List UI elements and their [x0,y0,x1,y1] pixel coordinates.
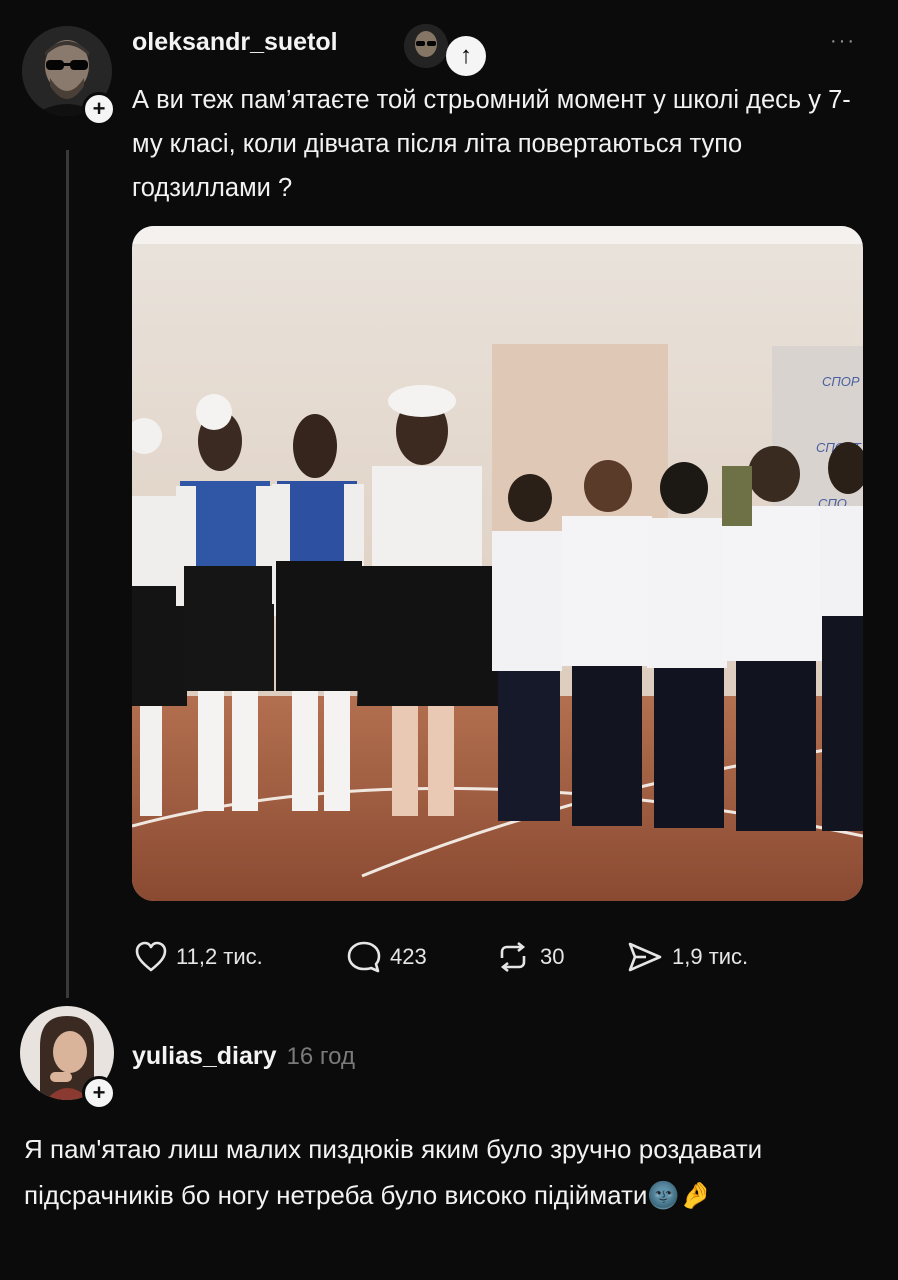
comment-emoji: 🌚🤌 [647,1180,713,1210]
send-icon [628,942,662,972]
post-text: А ви теж пам’ятаєте той стрьомний момент… [132,86,851,202]
scroll-top-button[interactable]: ↑ [446,36,486,76]
follow-author-plus-icon[interactable]: + [82,92,116,126]
mini-avatar [404,24,448,68]
reposts-count: 30 [540,944,565,969]
like-button[interactable]: 11,2 тис. [134,940,263,974]
comment-icon [347,941,381,973]
thread-line [66,150,69,998]
comment-time: 16 год [286,1043,355,1070]
comment-button[interactable]: 423 [346,940,427,974]
shares-count: 1,9 тис. [672,944,749,969]
repost-button[interactable]: 30 [494,940,564,974]
comment-username[interactable]: yulias_diary [132,1042,277,1070]
post-photo[interactable]: СПОР СПОРТ СПО [132,226,863,901]
post-username[interactable]: oleksandr_suetol [132,28,380,57]
follow-commenter-plus-icon[interactable]: + [82,1076,116,1110]
comment-header: yulias_diary 16 год [132,1042,355,1071]
banner-word-1: СПОР [822,374,860,389]
likes-count: 11,2 тис. [176,944,263,969]
heart-icon [135,941,167,972]
comments-count: 423 [390,944,427,969]
share-button[interactable]: 1,9 тис. [626,940,748,974]
more-options-icon[interactable]: ··· [830,30,856,53]
repost-icon [500,941,526,973]
comment-text: Я пам'ятаю лиш малих пиздюків яким було … [24,1126,864,1218]
